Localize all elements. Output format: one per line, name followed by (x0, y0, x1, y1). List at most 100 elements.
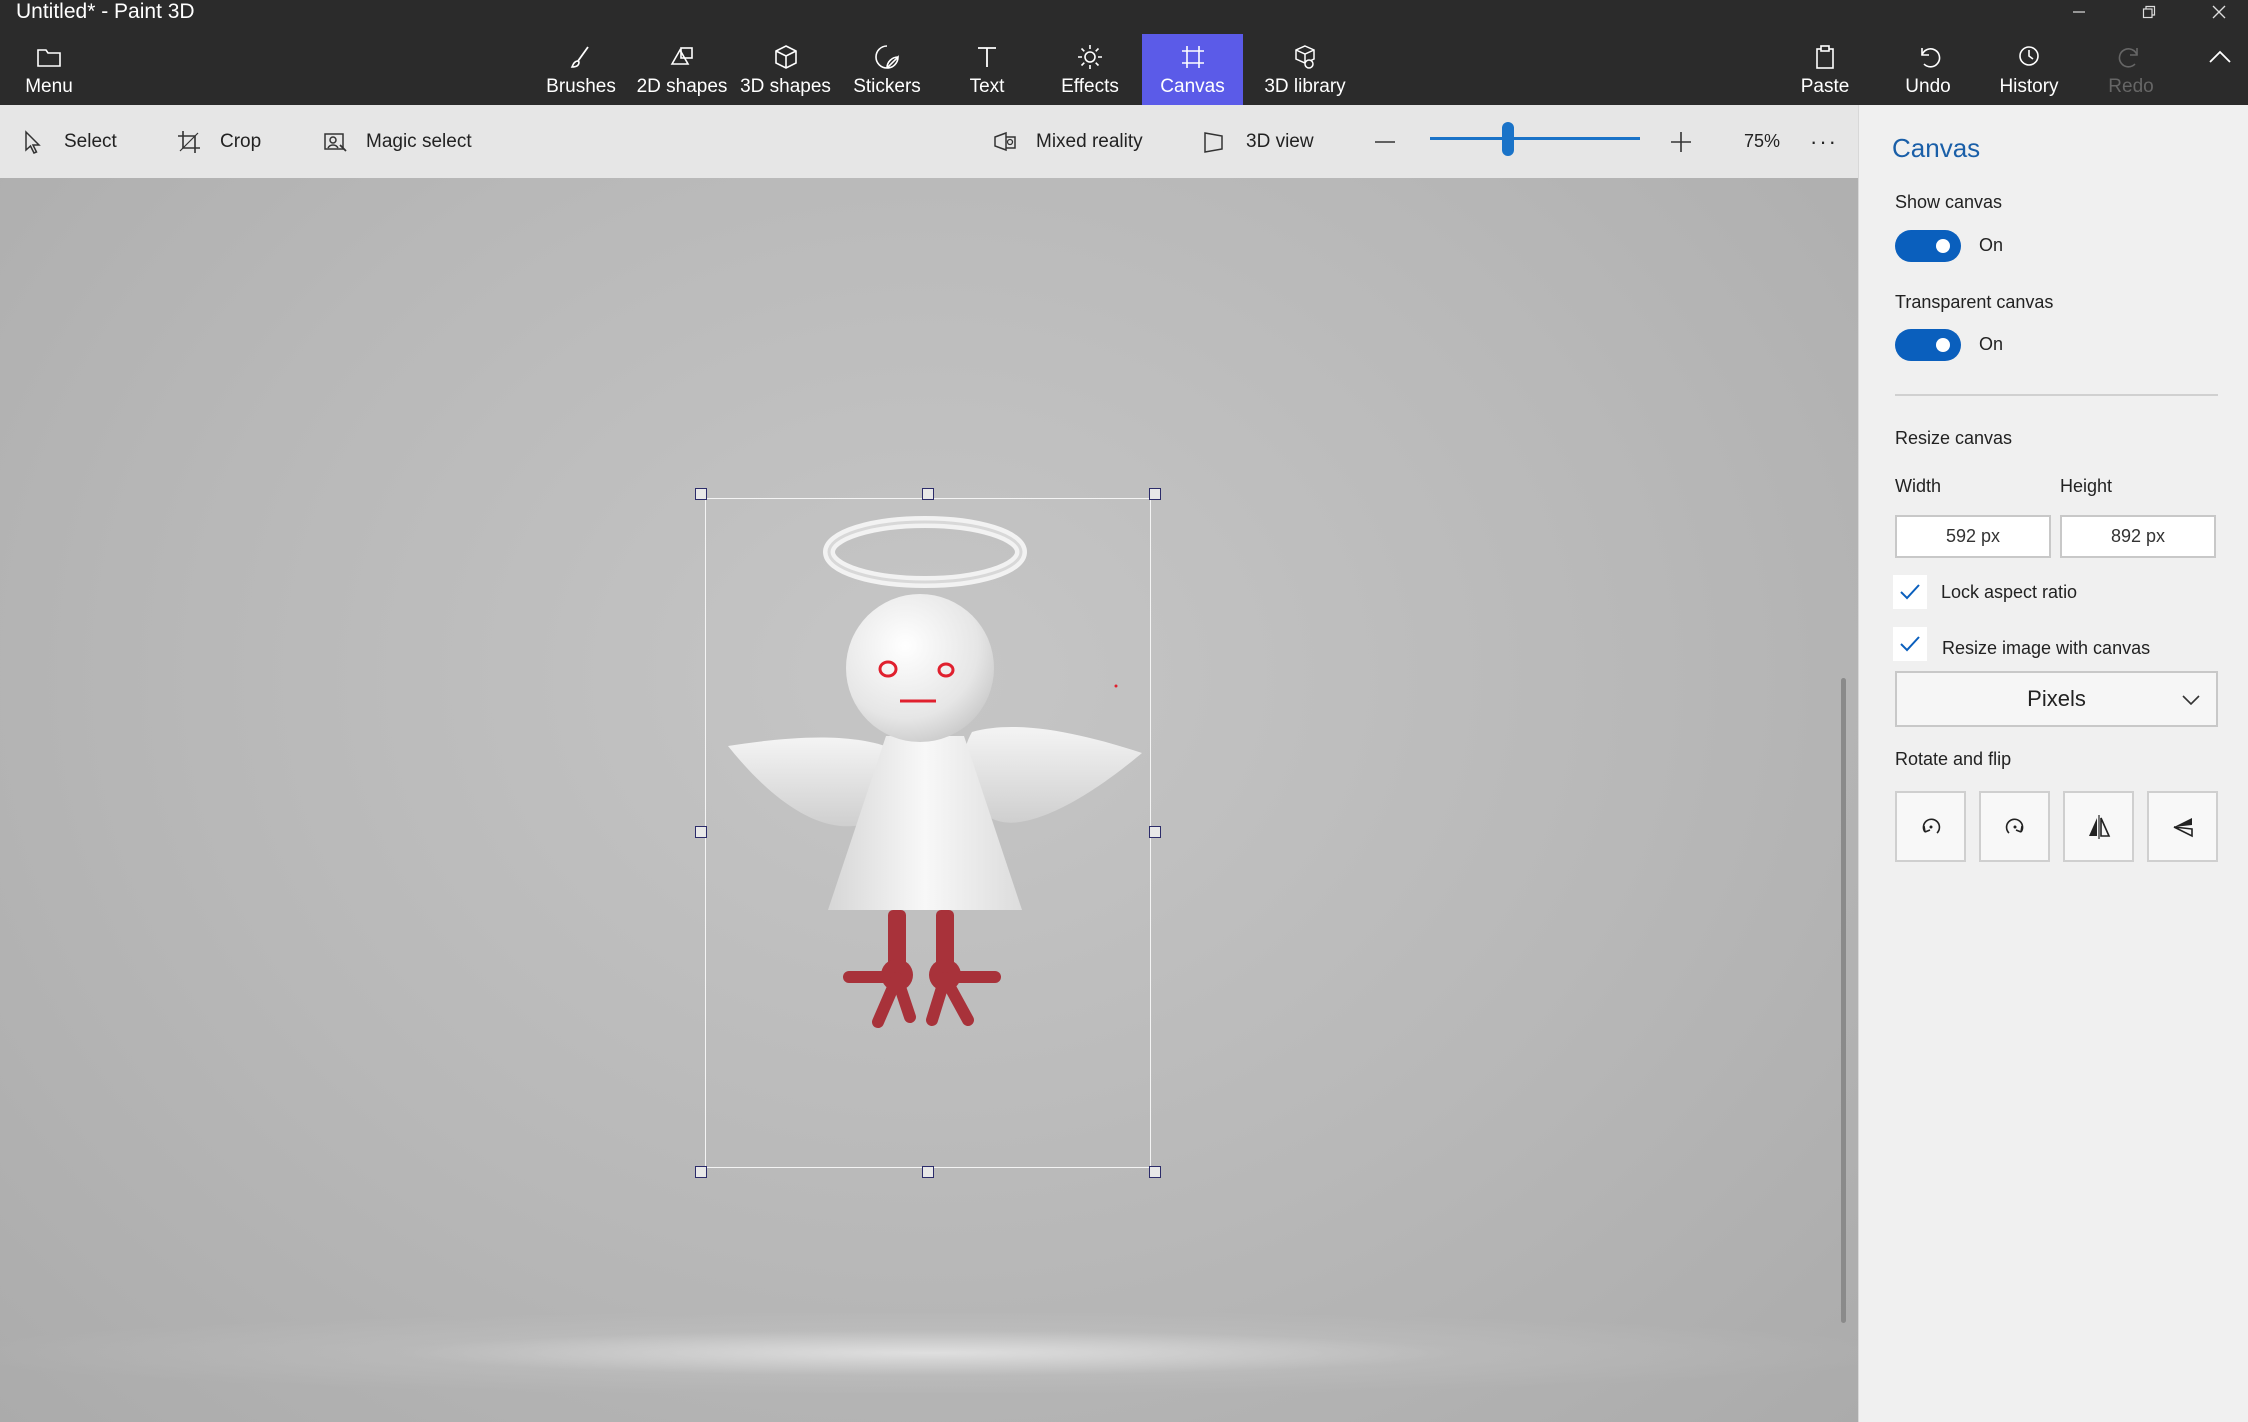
tool-canvas-label: Canvas (1160, 76, 1225, 97)
resize-canvas-title: Resize canvas (1895, 428, 2013, 448)
paste-icon (1816, 45, 1834, 69)
flip-horizontal-button[interactable] (2063, 791, 2134, 862)
2d-shapes-icon (670, 47, 693, 65)
zoom-slider-thumb[interactable] (1501, 122, 1514, 156)
zoom-slider-track[interactable] (1430, 137, 1640, 140)
undo-button[interactable]: Undo (1898, 34, 1958, 105)
history-icon (2019, 46, 2039, 66)
canvas-icon (1181, 46, 1204, 68)
flip-vertical-button[interactable] (2147, 791, 2218, 862)
tool-effects-label: Effects (1061, 76, 1119, 97)
rotate-right-button[interactable] (1979, 791, 2050, 862)
tool-3d-shapes-label: 3D shapes (740, 76, 831, 97)
menu-label: Menu (25, 76, 73, 97)
canvas-toolbar: Select Crop Magic select Mixed reality 3… (0, 105, 1858, 178)
transparent-canvas-state: On (1979, 334, 2004, 354)
resize-handle-right[interactable] (1149, 826, 1161, 838)
undo-label: Undo (1905, 76, 1951, 97)
mixed-reality-icon (994, 131, 1016, 151)
resize-image-checkbox[interactable] (1893, 627, 1927, 661)
checkmark-icon (1900, 636, 1920, 652)
flip-vertical-icon (2173, 817, 2193, 837)
window-title: Untitled* - Paint 3D (16, 0, 195, 23)
resize-handle-top-left[interactable] (695, 488, 707, 500)
width-input[interactable]: 592 px (1895, 515, 2051, 558)
rotate-flip-title: Rotate and flip (1895, 749, 2012, 769)
rotate-right-icon (2005, 817, 2023, 834)
tool-text[interactable]: Text (956, 34, 1018, 105)
mixed-reality-button[interactable]: Mixed reality (992, 105, 1143, 178)
tool-2d-shapes[interactable]: 2D shapes (632, 34, 732, 105)
resize-handle-top-right[interactable] (1149, 488, 1161, 500)
minus-icon (1375, 140, 1395, 143)
3d-view-icon (1204, 131, 1223, 153)
more-options-button[interactable]: ··· (1810, 105, 1838, 178)
height-label: Height (2060, 476, 2113, 496)
resize-handle-bottom-left[interactable] (695, 1166, 707, 1178)
show-canvas-state: On (1979, 235, 2004, 255)
minimize-button[interactable] (2056, 0, 2102, 24)
zoom-level[interactable]: 75% (1744, 105, 1780, 178)
vertical-scrollbar[interactable] (1841, 678, 1846, 1323)
restore-icon (2142, 5, 2156, 19)
zoom-in-button[interactable] (1668, 105, 1712, 178)
crop-button[interactable]: Crop (176, 105, 261, 178)
resize-handle-left[interactable] (695, 826, 707, 838)
close-button[interactable] (2196, 0, 2242, 24)
tool-effects[interactable]: Effects (1056, 34, 1124, 105)
title-ribbon-bar: Untitled* - Paint 3D Menu Brushes 2D sha… (0, 0, 2248, 105)
resize-handle-bottom[interactable] (922, 1166, 934, 1178)
brush-icon (570, 46, 589, 68)
crop-label: Crop (220, 130, 262, 152)
flip-horizontal-icon (2088, 814, 2110, 839)
tool-3d-library[interactable]: 3D library (1252, 34, 1358, 105)
3d-shapes-icon (774, 45, 797, 69)
collapse-ribbon-button[interactable] (2200, 34, 2240, 105)
tool-stickers[interactable]: Stickers (844, 34, 930, 105)
crop-icon (178, 130, 200, 153)
height-input[interactable]: 892 px (2060, 515, 2216, 558)
show-canvas-toggle[interactable] (1895, 230, 1961, 262)
chevron-down-icon (2182, 695, 2200, 706)
floor-glow (0, 1313, 1858, 1393)
panel-divider (1895, 394, 2218, 396)
zoom-out-button[interactable] (1372, 105, 1416, 178)
canvas-side-panel: Canvas Show canvas On Transparent canvas… (1858, 105, 2248, 1422)
plus-icon (1671, 131, 1691, 152)
undo-icon (1921, 48, 1941, 68)
tool-3d-library-label: 3D library (1264, 76, 1346, 97)
stickers-icon (875, 45, 899, 69)
canvas-boundary[interactable] (705, 498, 1151, 1168)
magic-select-button[interactable]: Magic select (322, 105, 472, 178)
resize-image-label: Resize image with canvas (1942, 638, 2151, 658)
magic-select-label: Magic select (366, 130, 472, 152)
resize-handle-top[interactable] (922, 488, 934, 500)
restore-button[interactable] (2126, 0, 2172, 24)
rotate-left-button[interactable] (1895, 791, 1966, 862)
tool-text-label: Text (969, 76, 1005, 97)
folder-icon (37, 49, 61, 67)
menu-button[interactable]: Menu (14, 34, 84, 105)
show-canvas-label: Show canvas (1895, 192, 2003, 212)
tool-3d-shapes[interactable]: 3D shapes (738, 34, 833, 105)
magic-select-icon (324, 132, 347, 152)
history-button[interactable]: History (1994, 34, 2064, 105)
transparent-canvas-toggle[interactable] (1895, 329, 1961, 361)
units-value: Pixels (2027, 686, 2086, 711)
units-dropdown[interactable]: Pixels (1895, 671, 2218, 727)
transparent-canvas-label: Transparent canvas (1895, 292, 2054, 312)
3d-view-button[interactable]: 3D view (1202, 105, 1314, 178)
history-label: History (1999, 76, 2059, 97)
tool-brushes[interactable]: Brushes (540, 34, 622, 105)
tool-canvas[interactable]: Canvas (1142, 34, 1243, 105)
lock-aspect-label: Lock aspect ratio (1941, 582, 2078, 602)
resize-handle-bottom-right[interactable] (1149, 1166, 1161, 1178)
redo-button[interactable]: Redo (2100, 34, 2162, 105)
lock-aspect-checkbox[interactable] (1893, 575, 1927, 609)
width-label: Width (1895, 476, 1942, 496)
tool-stickers-label: Stickers (853, 76, 921, 97)
chevron-up-icon (2209, 50, 2231, 63)
select-button[interactable]: Select (20, 105, 117, 178)
paste-button[interactable]: Paste (1794, 34, 1856, 105)
tool-2d-shapes-label: 2D shapes (636, 76, 728, 97)
